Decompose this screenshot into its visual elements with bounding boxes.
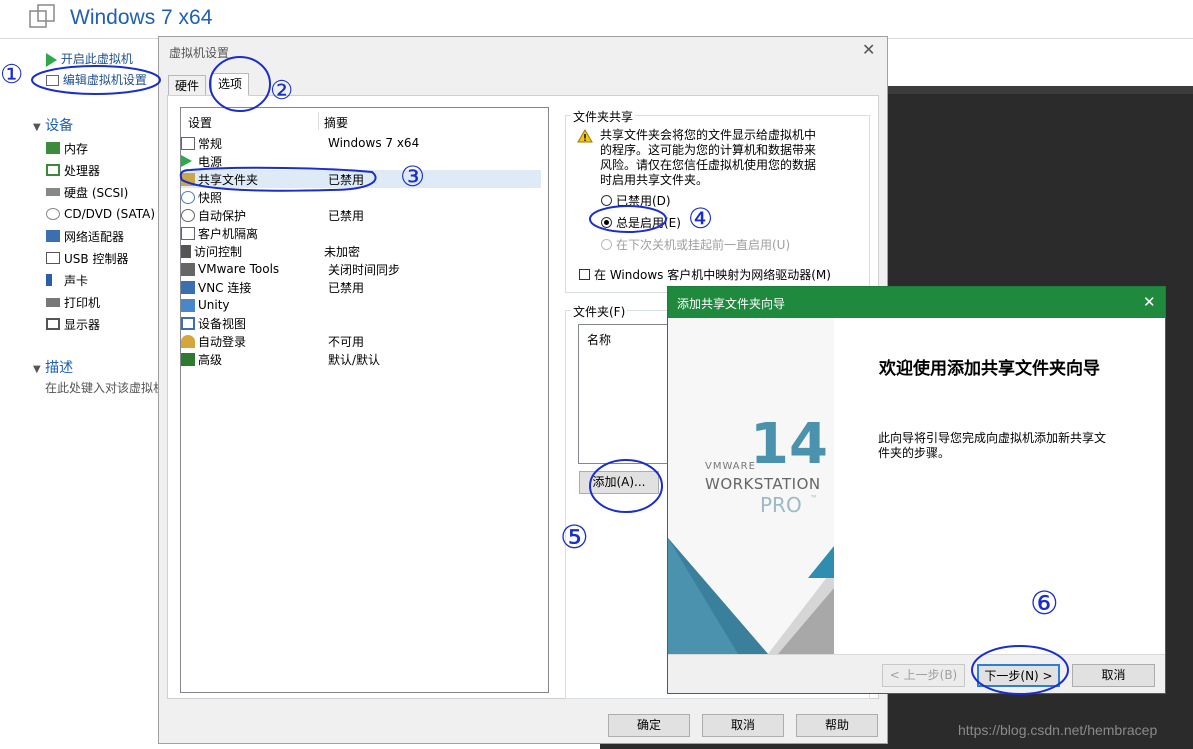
annotation-2: ②	[270, 76, 294, 106]
annotation-5: ⑤	[560, 518, 589, 556]
annotation-circle-options	[209, 56, 271, 112]
annotation-layer	[31, 56, 1069, 695]
annotation-3: ③	[400, 160, 426, 193]
annotation-circle-always	[589, 205, 667, 233]
annotation-circle-add	[589, 459, 663, 513]
annotation-circle-edit	[31, 65, 161, 95]
annotation-circle-shared	[179, 166, 377, 192]
annotation-6: ⑥	[1030, 584, 1059, 622]
annotation-1: ①	[0, 60, 24, 90]
annotation-4: ④	[688, 202, 714, 235]
annotation-circle-next	[971, 645, 1069, 695]
watermark: https://blog.csdn.net/hembracep	[958, 722, 1158, 738]
